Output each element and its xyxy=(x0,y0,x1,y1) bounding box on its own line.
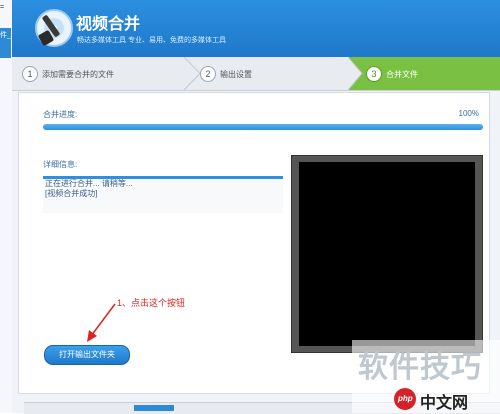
detail-label: 详细信息: xyxy=(43,160,78,169)
red-arrow-icon xyxy=(87,303,116,342)
app-title: 视频合并 xyxy=(76,16,141,33)
step-number: 2 xyxy=(200,66,216,82)
step-label: 合并文件 xyxy=(386,70,418,79)
step-merge-files[interactable]: 3 合并文件 xyxy=(348,57,500,90)
bg-text-2: 件_ xyxy=(0,32,11,39)
bg-text-1: = xyxy=(0,4,5,11)
step-add-files[interactable]: 1 添加需要合并的文件 xyxy=(12,57,194,90)
step-number: 1 xyxy=(22,66,38,82)
bottom-bar-segment xyxy=(134,405,174,411)
log-line: 正在进行合并... 请稍等... xyxy=(45,179,133,188)
progress-bar xyxy=(43,124,483,130)
step-label: 添加需要合并的文件 xyxy=(42,70,114,79)
video-preview-screen xyxy=(299,162,475,346)
title-bar: 视频合并 畅达多媒体工具 专业、易用、免费的多媒体工具 xyxy=(12,0,500,57)
app-subtitle: 畅达多媒体工具 专业、易用、免费的多媒体工具 xyxy=(77,37,226,44)
watermark-text: 软件技巧 xyxy=(358,351,482,384)
active-step-arrow-icon xyxy=(348,57,363,90)
step-number: 3 xyxy=(366,66,382,82)
log-line: [视频合并成功] xyxy=(45,189,98,198)
watermark-logo-text: php xyxy=(398,394,413,403)
progress-label: 合并进度: xyxy=(43,110,78,119)
progress-fill xyxy=(43,124,483,130)
video-preview xyxy=(291,155,483,353)
film-reel-icon xyxy=(35,9,73,47)
step-bar: 1 添加需要合并的文件 2 输出设置 3 合并文件 xyxy=(12,57,500,91)
step-label: 输出设置 xyxy=(220,70,252,79)
detail-log: 正在进行合并... 请稍等... [视频合并成功] xyxy=(43,176,283,213)
watermark-site-text: 中文网 xyxy=(420,395,469,412)
watermark: 软件技巧 php 中文网 xyxy=(352,340,500,413)
step-output-settings[interactable]: 2 输出设置 xyxy=(194,57,352,90)
open-output-folder-button[interactable]: 打开输出文件夹 xyxy=(44,345,130,365)
progress-percent: 100% xyxy=(458,109,479,118)
